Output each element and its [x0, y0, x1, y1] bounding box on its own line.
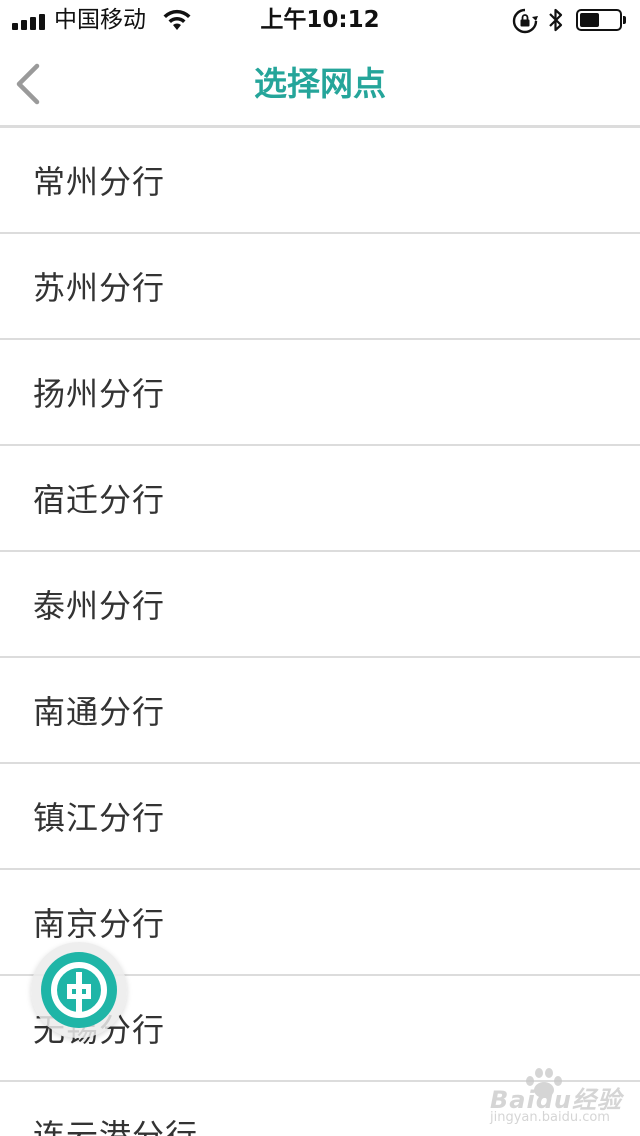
list-item-label: 常州分行	[33, 163, 166, 201]
bluetooth-icon	[549, 8, 563, 32]
list-item[interactable]: 常州分行	[0, 128, 640, 234]
list-item-label: 镇江分行	[33, 799, 166, 837]
watermark: Baidu经验 jingyan.baidu.com	[486, 1066, 626, 1128]
watermark-url: jingyan.baidu.com	[490, 1110, 610, 1125]
list-item[interactable]: 南通分行	[0, 658, 640, 764]
list-item[interactable]: 泰州分行	[0, 552, 640, 658]
floating-assistant-button[interactable]	[31, 942, 127, 1038]
list-item[interactable]: 扬州分行	[0, 340, 640, 446]
list-item-label: 南京分行	[33, 905, 166, 943]
list-item-label: 南通分行	[33, 693, 166, 731]
status-bar: 中国移动 上午10:12	[0, 0, 640, 40]
list-item-label: 泰州分行	[33, 587, 166, 625]
clock: 上午10:12	[260, 7, 380, 33]
rotation-lock-icon	[512, 8, 538, 34]
battery-icon	[576, 9, 626, 31]
nav-bar: 选择网点	[0, 40, 640, 128]
list-item[interactable]: 镇江分行	[0, 764, 640, 870]
list-item[interactable]: 苏州分行	[0, 234, 640, 340]
bank-logo-icon	[41, 952, 117, 1028]
list-item[interactable]: 宿迁分行	[0, 446, 640, 552]
battery-fill	[580, 13, 599, 27]
screen: 中国移动 上午10:12 选择网点 常州分行 苏州分行 扬州分行 宿迁分行 泰州…	[0, 0, 640, 1136]
list-item-label: 宿迁分行	[33, 481, 166, 519]
list-item-label: 扬州分行	[33, 375, 166, 413]
page-title: 选择网点	[254, 64, 386, 103]
list-item-label: 连云港分行	[33, 1117, 199, 1136]
list-item-label: 苏州分行	[33, 269, 166, 307]
